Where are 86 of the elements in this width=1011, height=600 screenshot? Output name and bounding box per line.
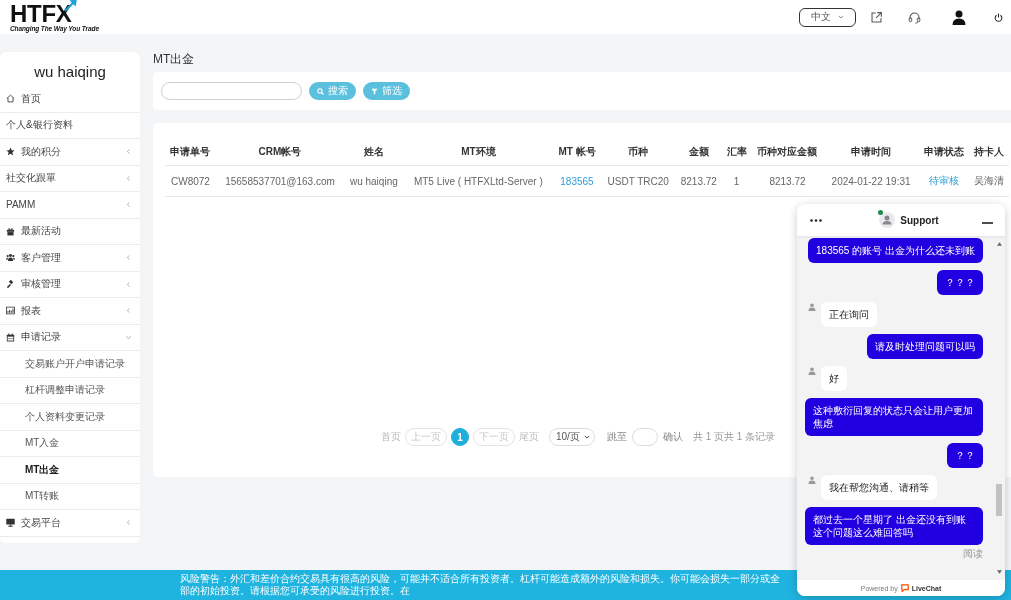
caret-icon: [838, 15, 844, 19]
nav-item[interactable]: 审核管理: [0, 271, 140, 298]
column-header: 金额: [675, 139, 723, 166]
chat-title: Support: [900, 214, 939, 226]
read-receipt: 阅读: [963, 548, 983, 559]
column-header: 申请单号: [165, 139, 216, 166]
submenu-item[interactable]: MT转账: [0, 483, 140, 510]
submenu-item[interactable]: 个人资料变更记录: [0, 404, 140, 431]
nav-item[interactable]: 申请记录: [0, 324, 140, 351]
table-cell: 8213.72: [750, 165, 824, 197]
person-icon: [808, 367, 816, 375]
table-cell: 2024-01-22 19:31: [824, 165, 919, 197]
table-cell: 1: [722, 165, 751, 197]
person-icon: [808, 303, 816, 311]
logo-wordmark: HTFX: [10, 3, 72, 24]
agent-message: 我在帮您沟通、请稍等: [821, 475, 937, 500]
language-select[interactable]: 中文: [799, 7, 856, 27]
external-link-icon[interactable]: [870, 10, 883, 24]
nav-item[interactable]: 交易平台: [0, 510, 140, 537]
nav-item[interactable]: 报表: [0, 298, 140, 325]
column-header: 币种: [600, 139, 676, 166]
agent-message: 正在询问: [821, 302, 877, 327]
speech-bubble-icon: [900, 584, 909, 592]
headset-icon[interactable]: [908, 10, 921, 24]
avatar-icon: [879, 212, 896, 228]
page-title: MT出金: [153, 52, 196, 66]
table-cell: MT5 Live ( HTFXLtd-Server ): [403, 165, 554, 197]
gift-icon: [6, 226, 15, 236]
column-header: 汇率: [722, 139, 751, 166]
pagination-summary: 共 1 页共 1 条记录: [692, 430, 776, 444]
column-header: 申请时间: [824, 139, 919, 166]
nav-item[interactable]: 个人&银行资料: [0, 112, 140, 139]
risk-warning-text: 风险警告：外汇和差价合约交易具有很高的风险，可能并不适合所有投资者。杠杆可能造成额外的风险和损失。你可能会损失一部分或全部的初始投资。请根据您可承受的风险进行投资。在: [180, 573, 780, 597]
column-header: 持卡人: [969, 139, 1009, 166]
table-cell: 8213.72: [675, 165, 723, 197]
scroll-down-icon[interactable]: [996, 570, 1002, 574]
scrollbar-thumb[interactable]: [996, 484, 1002, 516]
star-icon: [6, 147, 15, 157]
column-header: 申请状态: [918, 139, 970, 166]
column-header: MT环境: [403, 139, 554, 166]
monitor-icon: [6, 518, 15, 528]
visitor-message: 请及时处理问题可以吗: [867, 334, 983, 359]
calendar-icon: [6, 332, 15, 342]
column-header: CRM帐号: [215, 139, 345, 166]
scroll-up-icon[interactable]: [996, 242, 1002, 246]
submenu-item[interactable]: 交易账户开户申请记录: [0, 351, 140, 378]
more-options-icon[interactable]: [810, 218, 822, 222]
page-number-field[interactable]: [631, 428, 658, 446]
table-cell: 15658537701@163.com: [215, 165, 345, 197]
nav-item[interactable]: 最新活动: [0, 218, 140, 245]
visitor-message: 这种敷衍回复的状态只会让用户更加焦虑: [805, 398, 983, 436]
column-header: 姓名: [344, 139, 404, 166]
nav-item[interactable]: 首页: [0, 86, 140, 113]
visitor-message: 都过去一个星期了 出金还没有到账这个问题这么难回答吗: [805, 507, 983, 545]
power-icon[interactable]: [994, 12, 1003, 22]
user-icon[interactable]: [951, 9, 967, 25]
visitor-message: ？？？: [937, 270, 983, 295]
nav-item[interactable]: PAMM: [0, 192, 140, 219]
person-icon: [808, 476, 816, 484]
table-cell: 吴海清: [969, 165, 1009, 197]
agent-message: 好: [821, 366, 847, 391]
visitor-message: ？？: [947, 443, 983, 468]
home-icon: [6, 94, 15, 104]
table-cell: wu haiqing: [344, 165, 404, 197]
chart-icon: [6, 306, 15, 316]
users-icon: [6, 253, 15, 263]
search-icon: [317, 87, 324, 95]
filter-icon: [371, 87, 378, 95]
gavel-icon: [6, 279, 15, 289]
page-size-select[interactable]: 10/页: [549, 428, 595, 446]
submenu-item[interactable]: MT入金: [0, 430, 140, 457]
table-cell: CW8072: [165, 165, 216, 197]
search-field[interactable]: [161, 82, 302, 100]
submenu-item[interactable]: 杠杆调整申请记录: [0, 377, 140, 404]
jump-to-label: 跳至: [606, 430, 627, 444]
nav-item[interactable]: 我的积分: [0, 139, 140, 166]
visitor-message: 183565 的账号 出金为什么还未到账: [808, 238, 983, 263]
user-name: wu haiqing: [33, 62, 107, 82]
nav-item[interactable]: 社交化跟單: [0, 165, 140, 192]
caret-icon: [583, 435, 590, 439]
nav-item[interactable]: 客户管理: [0, 245, 140, 272]
table-cell: USDT TRC20: [600, 165, 676, 197]
column-header: 币种对应金额: [750, 139, 824, 166]
confirm-link[interactable]: 确认: [662, 430, 683, 444]
column-header: MT 帐号: [553, 139, 601, 166]
submenu-item[interactable]: MT出金: [0, 457, 140, 484]
